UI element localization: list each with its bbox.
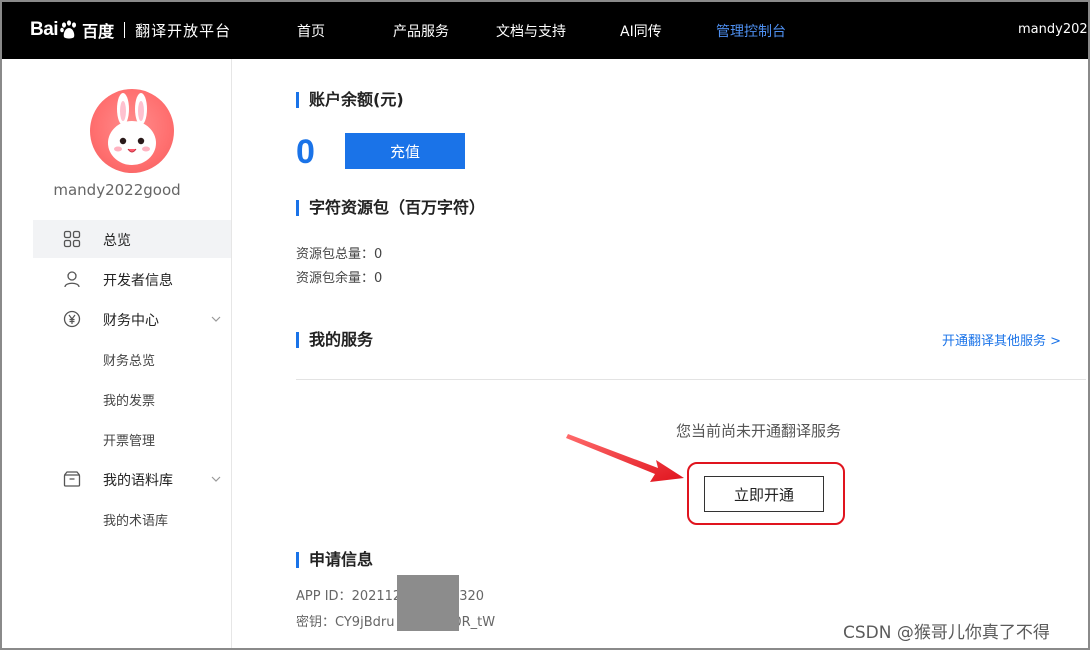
- nav-ai-interpret[interactable]: AI同传: [620, 21, 662, 41]
- key-label: 密钥：: [296, 615, 336, 630]
- sidebar-item-label: 我的语料库: [103, 473, 173, 489]
- sidebar: mandy2022good 总览 开发者信息 财务中心 财务总览 我的发票 开票…: [2, 59, 232, 648]
- grid-icon: [63, 230, 81, 248]
- nav-username[interactable]: mandy2022: [1018, 22, 1090, 37]
- sidebar-item-label: 财务中心: [103, 313, 159, 329]
- platform-name: 翻译开放平台: [135, 21, 232, 40]
- divider: [296, 379, 1086, 380]
- logo-separator: [124, 22, 126, 38]
- package-remain-label: 资源包余量：: [296, 271, 375, 286]
- red-arrow-icon: [566, 434, 684, 482]
- avatar[interactable]: [90, 89, 174, 173]
- csdn-watermark: CSDN @猴哥儿你真了不得: [843, 623, 1050, 643]
- nav-products[interactable]: 产品服务: [393, 21, 449, 41]
- redaction-block: [397, 575, 459, 631]
- package-total-label: 资源包总量：: [296, 247, 375, 262]
- sidebar-subitem-my-invoices[interactable]: 我的发票: [103, 390, 155, 409]
- empty-services-message: 您当前尚未开通翻译服务: [676, 422, 842, 440]
- chevron-down-icon: [211, 316, 221, 322]
- sidebar-subitem-finance-overview[interactable]: 财务总览: [103, 350, 155, 369]
- chevron-down-icon: [211, 476, 221, 482]
- package-remain-value: 0: [374, 271, 383, 286]
- sidebar-subitem-glossary[interactable]: 我的术语库: [103, 510, 168, 529]
- open-other-services-link[interactable]: 开通翻译其他服务 >: [942, 330, 1061, 349]
- balance-value: 0: [296, 133, 315, 171]
- yen-icon: [63, 310, 81, 328]
- package-total-value: 0: [374, 247, 383, 262]
- sidebar-item-corpus[interactable]: 我的语料库: [33, 460, 231, 498]
- bunny-avatar-icon: [108, 93, 156, 165]
- package-total: 资源包总量：0: [296, 243, 382, 262]
- package-remain: 资源包余量：0: [296, 267, 382, 286]
- sidebar-item-label: 总览: [103, 233, 131, 249]
- nav-docs[interactable]: 文档与支持: [496, 21, 566, 41]
- app-id-value-end: 320: [459, 589, 485, 604]
- paw-icon: [60, 20, 77, 39]
- sidebar-username: mandy2022good: [53, 181, 181, 199]
- apply-info-title: 申请信息: [296, 552, 373, 568]
- app-id-value-start: 202112: [351, 589, 402, 604]
- nav-console[interactable]: 管理控制台: [716, 21, 786, 41]
- key-row: 密钥：CY9jBdru B0R_tW: [296, 611, 495, 630]
- open-now-button[interactable]: 立即开通: [704, 476, 824, 512]
- balance-title: 账户余额(元): [296, 92, 404, 108]
- logo-text: Bai: [30, 19, 59, 40]
- key-value-start: CY9jBdru: [335, 615, 395, 630]
- sidebar-subitem-invoice-management[interactable]: 开票管理: [103, 430, 155, 449]
- nav-home[interactable]: 首页: [297, 21, 325, 41]
- package-title: 字符资源包（百万字符）: [296, 200, 485, 216]
- sidebar-item-overview[interactable]: 总览: [33, 220, 231, 258]
- sidebar-item-label: 开发者信息: [103, 273, 173, 289]
- top-navbar: Bai 百度 翻译开放平台 首页 产品服务 文档与支持 AI同传 管理控制台 m…: [2, 2, 1090, 59]
- services-title: 我的服务: [296, 332, 373, 348]
- app-id-label: APP ID：: [296, 589, 352, 604]
- box-icon: [63, 471, 81, 487]
- sidebar-item-developer-info[interactable]: 开发者信息: [33, 260, 231, 298]
- user-icon: [64, 271, 80, 288]
- sidebar-item-finance[interactable]: 财务中心: [33, 300, 231, 338]
- recharge-button[interactable]: 充值: [345, 133, 465, 169]
- baidu-logo[interactable]: Bai 百度 翻译开放平台: [30, 16, 231, 44]
- logo-baidu-cn: 百度: [82, 22, 115, 41]
